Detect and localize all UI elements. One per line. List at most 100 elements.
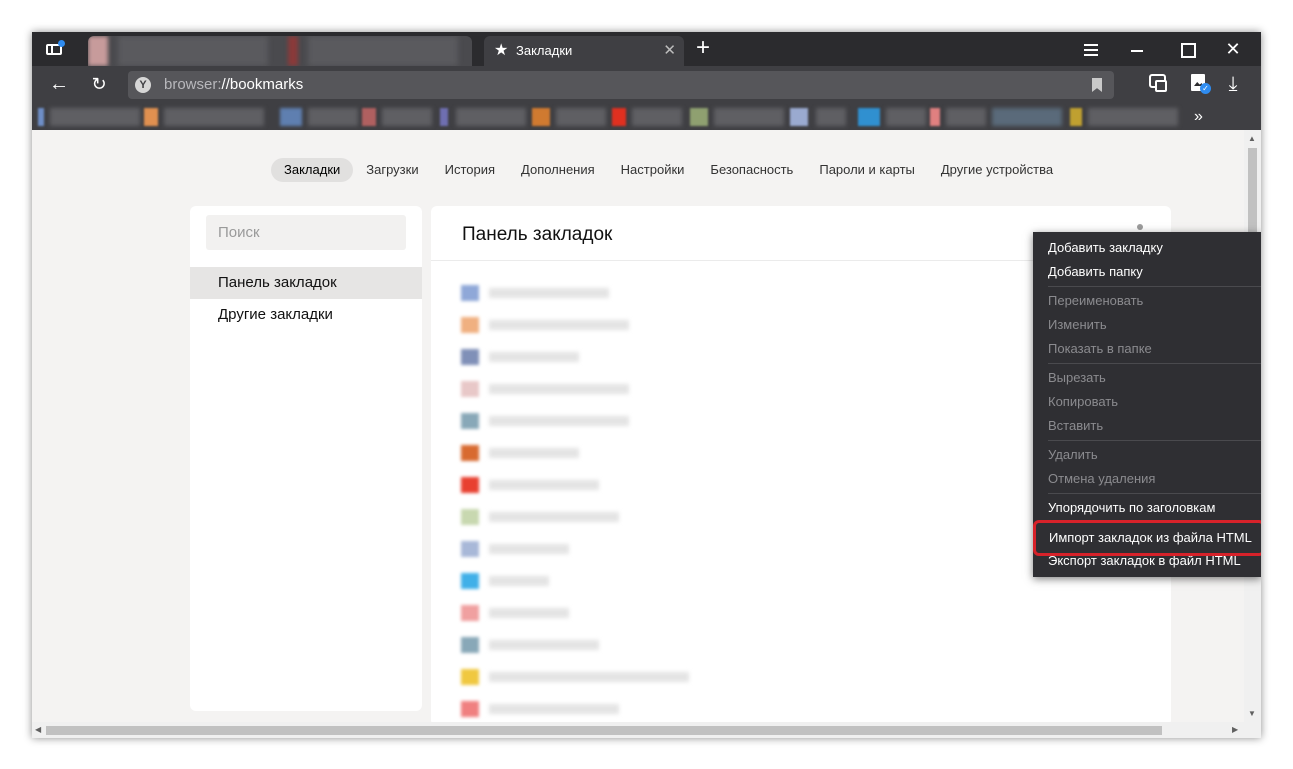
menu-add-bookmark[interactable]: Добавить закладку <box>1033 236 1261 260</box>
bookmark-chip[interactable] <box>532 108 550 126</box>
bookmark-chip[interactable] <box>816 108 846 126</box>
nav-devices[interactable]: Другие устройства <box>928 158 1066 182</box>
menu-import-html[interactable]: Импорт закладок из файла HTML <box>1033 520 1261 556</box>
bookmark-item[interactable] <box>461 282 701 304</box>
horizontal-scrollbar[interactable]: ◀ ▶ <box>32 722 1261 738</box>
close-tab-icon[interactable]: ✕ <box>663 41 676 61</box>
menu-paste: Вставить <box>1048 418 1104 433</box>
menu-copy: Копировать <box>1048 394 1118 409</box>
navigation-bar: ← ↻ Y browser://bookmarks ✓ ⤓ <box>32 66 1261 104</box>
menu-separator <box>1048 286 1261 287</box>
menu-separator <box>1048 440 1261 441</box>
folder-bookmarks-bar[interactable]: Панель закладок <box>190 267 422 299</box>
menu-cut: Вырезать <box>1048 370 1106 385</box>
bookmark-chip[interactable] <box>556 108 606 126</box>
bookmark-chip[interactable] <box>38 108 44 126</box>
nav-bookmarks[interactable]: Закладки <box>271 158 354 182</box>
reload-icon[interactable]: ↻ <box>86 71 112 97</box>
bookmark-chip[interactable] <box>164 108 264 126</box>
minimize-button[interactable] <box>1122 36 1152 62</box>
bookmark-item[interactable] <box>461 442 701 464</box>
bookmark-item[interactable] <box>461 602 701 624</box>
menu-icon[interactable] <box>1076 36 1106 62</box>
arrow-left-icon[interactable]: ← <box>46 71 72 97</box>
tab-inactive[interactable] <box>88 36 472 66</box>
browser-window: ★ Закладки ✕ + ✕ ← ↻ Y browser://bookmar… <box>32 32 1261 738</box>
menu-edit: Изменить <box>1048 317 1107 332</box>
menu-delete: Удалить <box>1048 447 1098 462</box>
panel-title: Панель закладок <box>462 224 613 245</box>
bookmark-chip[interactable] <box>992 108 1062 126</box>
menu-rename: Переименовать <box>1048 293 1144 308</box>
bookmark-chip[interactable] <box>1088 108 1178 126</box>
bookmark-chip[interactable] <box>886 108 926 126</box>
search-input[interactable] <box>206 215 406 250</box>
menu-sort-by-title[interactable]: Упорядочить по заголовкам <box>1033 496 1261 520</box>
nav-settings[interactable]: Настройки <box>608 158 698 182</box>
tab-label: Закладки <box>516 43 573 58</box>
bookmark-chip[interactable] <box>308 108 358 126</box>
bookmark-chip[interactable] <box>612 108 626 126</box>
bookmark-chip[interactable] <box>382 108 432 126</box>
download-icon[interactable]: ⤓ <box>1220 72 1246 98</box>
address-bar[interactable]: Y browser://bookmarks <box>128 71 1114 99</box>
bookmark-item[interactable] <box>461 506 701 528</box>
close-window-button[interactable]: ✕ <box>1218 36 1248 62</box>
bookmark-chip[interactable] <box>440 108 448 126</box>
nav-extensions[interactable]: Дополнения <box>508 158 608 182</box>
menu-separator <box>1048 493 1261 494</box>
bookmark-item[interactable] <box>461 378 701 400</box>
tab-bookmarks[interactable]: ★ Закладки ✕ <box>484 36 684 66</box>
folder-other-bookmarks[interactable]: Другие закладки <box>190 299 422 331</box>
bookmark-item[interactable] <box>461 346 701 368</box>
bookmark-item[interactable] <box>461 570 701 592</box>
bookmark-item[interactable] <box>461 634 701 656</box>
menu-undo-delete: Отмена удаления <box>1048 471 1156 486</box>
bookmark-item[interactable] <box>461 538 701 560</box>
bookmark-item[interactable] <box>461 410 701 432</box>
protect-icon[interactable]: Y <box>135 77 151 93</box>
bookmark-item[interactable] <box>461 314 701 336</box>
tab-bar: ★ Закладки ✕ + ✕ <box>32 32 1261 66</box>
bookmark-item[interactable] <box>461 474 701 496</box>
menu-import-html-label: Импорт закладок из файла HTML <box>1049 530 1252 545</box>
bookmark-item[interactable] <box>461 666 701 688</box>
scroll-thumb[interactable] <box>46 726 1162 735</box>
nav-security[interactable]: Безопасность <box>697 158 806 182</box>
nav-history[interactable]: История <box>432 158 508 182</box>
bookmark-chip[interactable] <box>714 108 784 126</box>
saved-image-icon[interactable]: ✓ <box>1188 72 1214 98</box>
maximize-button[interactable] <box>1172 36 1202 62</box>
more-bookmarks-icon[interactable]: » <box>1194 107 1203 127</box>
menu-show-in-folder: Показать в папке <box>1048 341 1152 356</box>
bookmark-chip[interactable] <box>946 108 986 126</box>
bookmark-item[interactable] <box>461 698 701 720</box>
star-icon: ★ <box>494 42 509 59</box>
new-tab-button[interactable]: + <box>696 34 710 62</box>
bookmark-chip[interactable] <box>858 108 880 126</box>
bookmark-chip[interactable] <box>362 108 376 126</box>
nav-passwords[interactable]: Пароли и карты <box>806 158 928 182</box>
bookmark-chip[interactable] <box>456 108 526 126</box>
bookmark-chip[interactable] <box>1070 108 1082 126</box>
settings-nav: Закладки Загрузки История Дополнения Нас… <box>271 158 1066 182</box>
more-options-icon[interactable] <box>1137 224 1143 230</box>
chat-icon[interactable] <box>1146 72 1172 98</box>
menu-separator <box>1048 363 1261 364</box>
scroll-thumb[interactable] <box>1248 148 1257 238</box>
bookmark-chip[interactable] <box>930 108 940 126</box>
bookmarks-bar: » <box>32 104 1261 130</box>
folders-panel: Панель закладок Другие закладки <box>190 206 422 711</box>
sidebar-toggle-icon[interactable] <box>44 39 66 59</box>
menu-add-folder[interactable]: Добавить папку <box>1033 260 1261 284</box>
bookmark-chip[interactable] <box>632 108 682 126</box>
bookmark-chip[interactable] <box>50 108 140 126</box>
bookmark-flag-icon[interactable] <box>1092 78 1102 92</box>
bookmark-chip[interactable] <box>280 108 302 126</box>
nav-downloads[interactable]: Загрузки <box>353 158 431 182</box>
notification-dot <box>58 40 65 47</box>
bookmark-chip[interactable] <box>144 108 158 126</box>
address-url[interactable]: browser://bookmarks <box>164 76 303 94</box>
bookmark-chip[interactable] <box>690 108 708 126</box>
bookmark-chip[interactable] <box>790 108 808 126</box>
